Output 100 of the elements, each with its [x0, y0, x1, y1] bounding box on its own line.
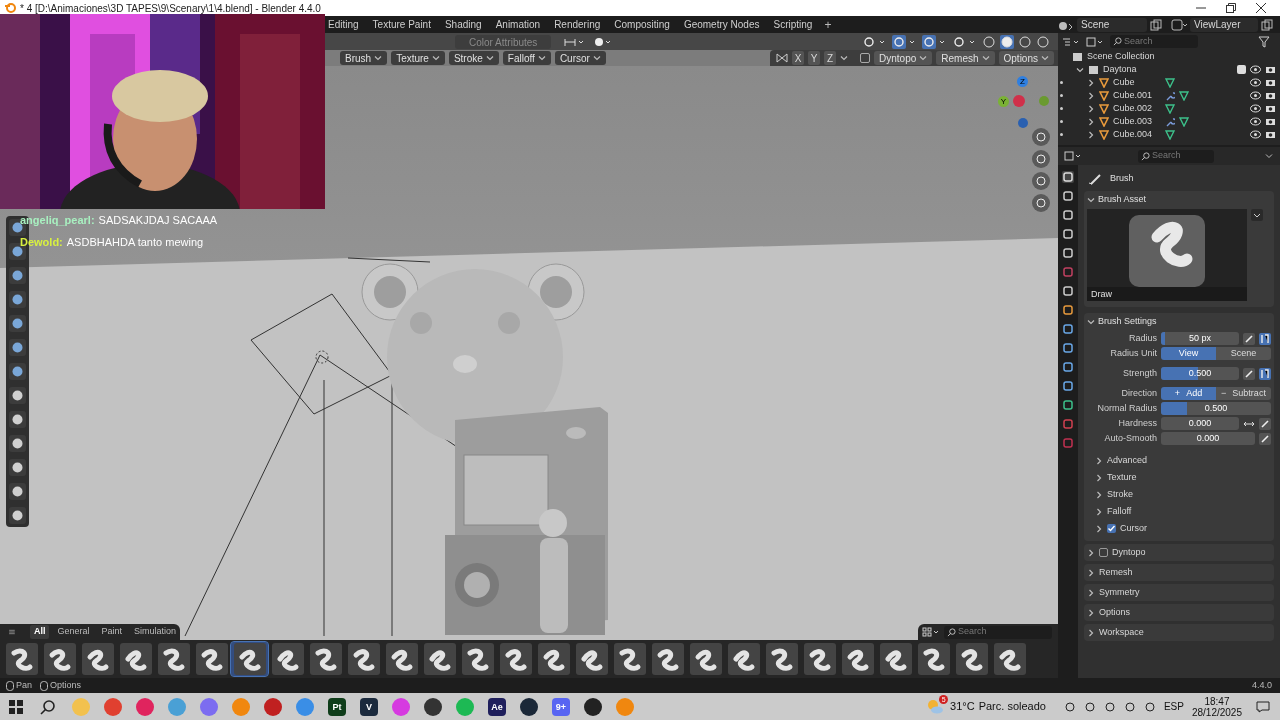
- slider-field[interactable]: 0.000: [1161, 417, 1239, 430]
- mesh-data-icon[interactable]: [1165, 103, 1175, 114]
- axis-handle[interactable]: [1039, 96, 1049, 106]
- properties-tab-icon[interactable]: [1062, 342, 1074, 354]
- search-field[interactable]: Search: [944, 625, 1052, 639]
- brush-thumbnail[interactable]: [839, 642, 876, 676]
- chevron-down-icon[interactable]: [840, 54, 849, 62]
- scene-field[interactable]: Scene: [1077, 17, 1147, 32]
- search-icon[interactable]: [40, 698, 56, 715]
- render-layer-icon[interactable]: [1171, 18, 1187, 31]
- tool-icon[interactable]: [8, 338, 27, 357]
- tool-icon[interactable]: [8, 410, 27, 429]
- chevron-right-icon[interactable]: [1087, 91, 1095, 100]
- brush-thumbnail[interactable]: [991, 642, 1028, 676]
- checkbox[interactable]: [860, 53, 871, 63]
- panel-header[interactable]: Dyntopo: [1084, 544, 1274, 561]
- workspace-tab[interactable]: Compositing: [608, 17, 676, 32]
- brush-thumbnail[interactable]: [193, 642, 230, 676]
- clock-time[interactable]: 18:47: [1204, 695, 1230, 707]
- workspace-tab[interactable]: Editing: [322, 17, 365, 32]
- menu-dropdown[interactable]: Falloff: [502, 51, 551, 65]
- chevron-down-icon[interactable]: [1076, 65, 1084, 74]
- brush-thumbnail[interactable]: [763, 642, 800, 676]
- panel-header[interactable]: Texture: [1087, 469, 1271, 486]
- brush-thumbnail[interactable]: [877, 642, 914, 676]
- chevron-down-icon[interactable]: [537, 54, 546, 62]
- chevron-right-icon[interactable]: [1087, 104, 1095, 113]
- eye-icon[interactable]: [1250, 78, 1261, 87]
- menu-dropdown[interactable]: Cursor: [554, 51, 606, 65]
- chevron-right-icon[interactable]: [1095, 524, 1103, 533]
- workspace-tab[interactable]: Rendering: [548, 17, 607, 32]
- shelf-tab[interactable]: Simulation: [129, 625, 180, 639]
- windows-start-icon[interactable]: [8, 698, 24, 715]
- axis-label[interactable]: Z: [1017, 76, 1028, 87]
- brush-thumbnail[interactable]: [269, 642, 306, 676]
- axis-toggle[interactable]: X: [792, 51, 805, 65]
- search-field[interactable]: Search: [1138, 149, 1214, 163]
- menu-dropdown[interactable]: Stroke: [448, 51, 499, 65]
- menu-dropdown[interactable]: Remesh: [936, 51, 995, 65]
- tool-icon[interactable]: [8, 266, 27, 285]
- chevron-right-icon[interactable]: [1095, 473, 1103, 482]
- wrench-icon[interactable]: [1165, 90, 1175, 101]
- chevron-right-icon[interactable]: [1087, 568, 1095, 577]
- tool-icon[interactable]: [8, 290, 27, 309]
- panel-header[interactable]: Workspace: [1084, 624, 1274, 641]
- brush-thumbnail[interactable]: [41, 642, 78, 676]
- properties-editor-icon[interactable]: [1064, 151, 1082, 161]
- toggle-option[interactable]: + Add: [1161, 387, 1216, 400]
- brush-thumbnail[interactable]: [953, 642, 990, 676]
- chevron-down-icon[interactable]: [374, 54, 383, 62]
- app-icon[interactable]: [424, 697, 442, 716]
- chevron-right-icon[interactable]: [1087, 548, 1095, 557]
- chevron-down-icon[interactable]: [592, 54, 601, 62]
- chevron-down-icon[interactable]: [1087, 196, 1095, 204]
- axis-label[interactable]: Y: [998, 96, 1009, 107]
- toggle-option[interactable]: View: [1161, 347, 1216, 360]
- shelf-tab[interactable]: General: [53, 625, 94, 639]
- panel-header[interactable]: Stroke: [1087, 486, 1271, 503]
- panel-header[interactable]: Falloff: [1087, 503, 1271, 520]
- app-icon[interactable]: [520, 697, 538, 716]
- workspace-tab[interactable]: Shading: [438, 17, 488, 32]
- object-label[interactable]: Cube.003: [1113, 114, 1161, 129]
- language-label[interactable]: ESP: [1163, 699, 1184, 714]
- chevron-right-icon[interactable]: [1087, 117, 1095, 126]
- slider-field[interactable]: 0.000: [1161, 432, 1255, 445]
- workspace-tab[interactable]: Scripting: [767, 17, 819, 32]
- eye-icon[interactable]: [1250, 104, 1261, 113]
- menu-dropdown[interactable]: Brush: [340, 51, 388, 65]
- chevron-down-icon[interactable]: [1087, 318, 1095, 326]
- tool-icon[interactable]: [8, 314, 27, 333]
- brush-thumbnail[interactable]: [801, 642, 838, 676]
- eye-icon[interactable]: [1250, 130, 1261, 139]
- workspace-tab[interactable]: Animation: [489, 17, 547, 32]
- brush-thumbnail[interactable]: [421, 642, 458, 676]
- brush-thumbnail[interactable]: [725, 642, 762, 676]
- chevron-right-icon[interactable]: [1095, 456, 1103, 465]
- pressure-icon[interactable]: [1259, 367, 1271, 380]
- mesh-data-icon[interactable]: [1165, 129, 1175, 140]
- solid-shading-icon[interactable]: [1000, 34, 1014, 49]
- axis-handle[interactable]: [1018, 118, 1028, 128]
- brush-thumbnail[interactable]: [611, 642, 648, 676]
- search-field[interactable]: Search: [1110, 35, 1198, 48]
- chevron-right-icon[interactable]: [1087, 628, 1095, 637]
- app-icon[interactable]: [584, 697, 602, 716]
- brush-thumbnail[interactable]: [231, 642, 268, 676]
- brush-thumbnail[interactable]: [155, 642, 192, 676]
- brush-thumbnail[interactable]: [573, 642, 610, 676]
- tool-icon[interactable]: [8, 482, 27, 501]
- chevron-right-icon[interactable]: [1095, 490, 1103, 499]
- chevron-down-icon[interactable]: [1251, 209, 1263, 221]
- pressure-icon[interactable]: [1259, 332, 1271, 345]
- axis-toggle[interactable]: Z: [824, 51, 837, 65]
- brush-thumbnail[interactable]: [383, 642, 420, 676]
- shelf-tab[interactable]: All: [29, 625, 50, 639]
- tool-icon[interactable]: [8, 362, 27, 381]
- material-shading-icon[interactable]: [1018, 34, 1032, 49]
- panel-header[interactable]: Options: [1084, 604, 1274, 621]
- chevron-down-icon[interactable]: [485, 54, 494, 62]
- panel-header[interactable]: Advanced: [1087, 452, 1271, 469]
- panel-header[interactable]: Brush Asset: [1098, 193, 1147, 207]
